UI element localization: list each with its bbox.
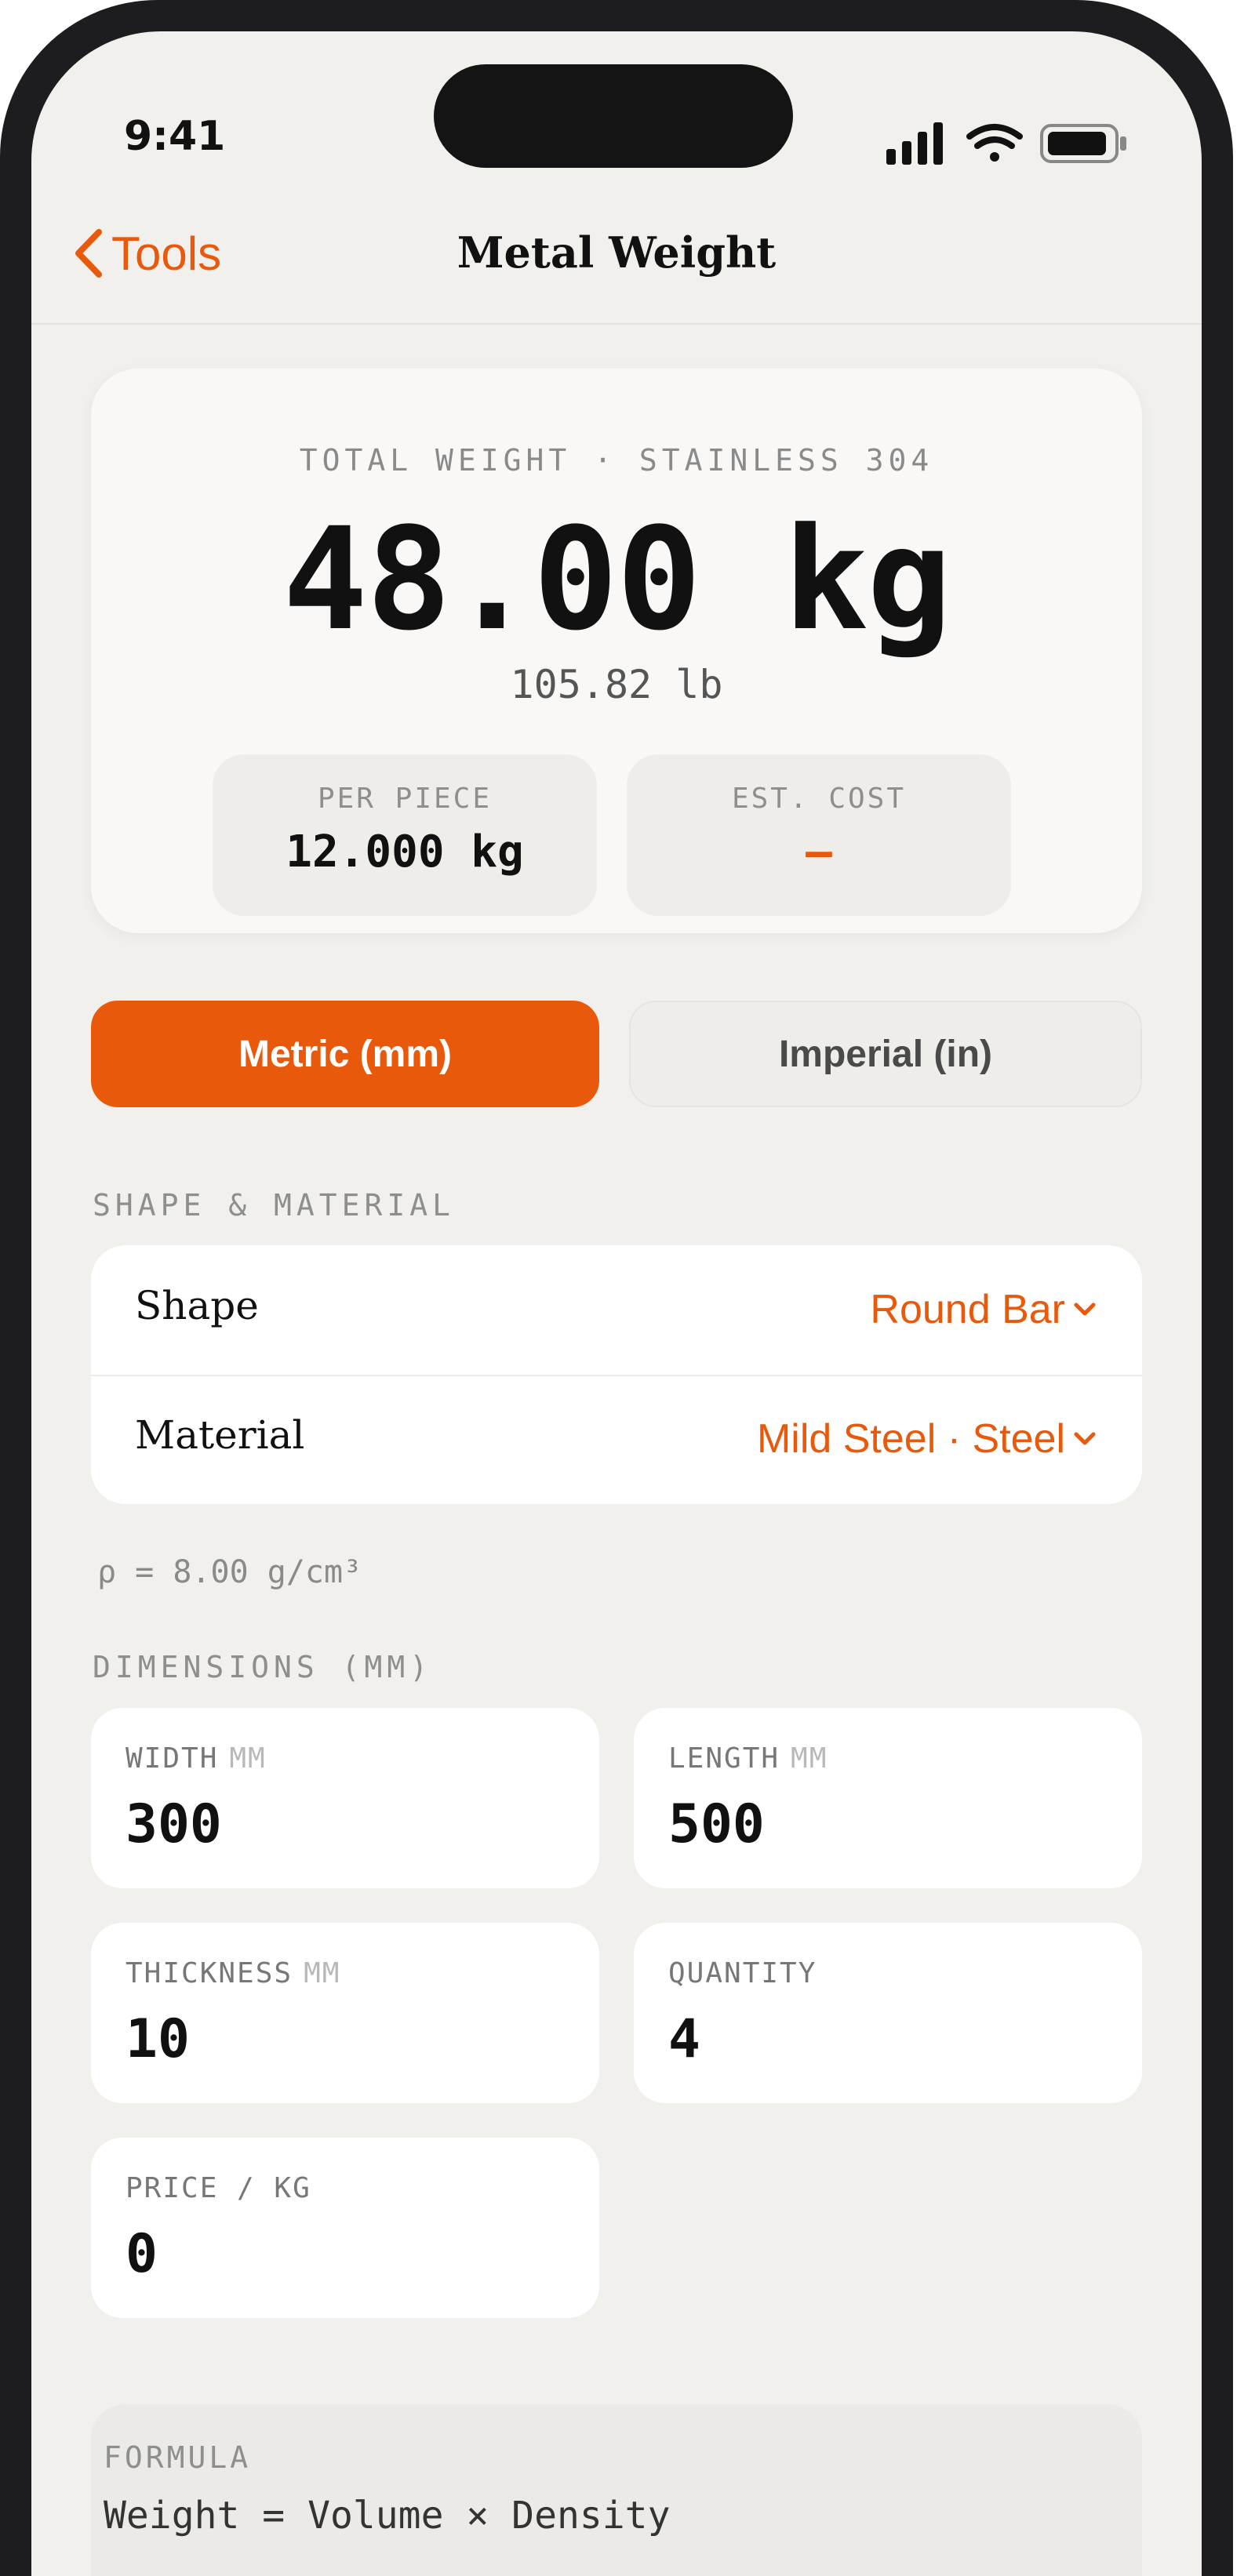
total-weight: 48.00 kg: [282, 498, 952, 662]
quantity-input[interactable]: [668, 2004, 1108, 2073]
est-cost-stat: EST. COST —: [627, 754, 1011, 916]
battery-icon: [1040, 124, 1126, 163]
signal-icon: [886, 122, 943, 165]
weight-summary-card: TOTAL WEIGHT · STAINLESS 304 48.00 kg 10…: [91, 369, 1142, 933]
length-field[interactable]: LENGTH MM: [634, 1708, 1142, 1888]
width-unit: MM: [229, 1742, 267, 1775]
device-frame: 9:41 Tools Metal Weight TOTAL WEIGHT · S…: [0, 0, 1233, 2576]
quantity-field[interactable]: QUANTITY: [634, 1923, 1142, 2103]
price-field[interactable]: PRICE / KG: [91, 2138, 599, 2318]
chevron-down-icon: [1074, 1432, 1096, 1445]
length-label: LENGTH: [668, 1742, 780, 1775]
status-time: 9:41: [124, 113, 226, 160]
dimensions-section-label: DIMENSIONS (MM): [93, 1650, 433, 1684]
est-cost-label: EST. COST: [731, 783, 907, 815]
summary-label: TOTAL WEIGHT · STAINLESS 304: [299, 443, 934, 478]
thickness-unit: MM: [304, 1957, 341, 1989]
thickness-field[interactable]: THICKNESS MM: [91, 1923, 599, 2103]
total-weight-imperial: 105.82 lb: [510, 662, 723, 707]
length-unit: MM: [791, 1742, 828, 1775]
width-label: WIDTH: [126, 1742, 219, 1775]
material-label: Material: [135, 1412, 305, 1458]
formula-card: [91, 2404, 1142, 2576]
metric-toggle[interactable]: Metric (mm): [91, 1001, 599, 1107]
thickness-input[interactable]: [126, 2004, 565, 2073]
dynamic-island: [434, 64, 793, 168]
wifi-icon: [966, 124, 1023, 162]
shape-material-card: Shape Round Bar Material Mild Steel · St…: [91, 1245, 1142, 1504]
shape-select[interactable]: Round Bar: [870, 1286, 1097, 1333]
per-piece-value: 12.000 kg: [286, 827, 524, 877]
imperial-toggle[interactable]: Imperial (in): [629, 1001, 1142, 1107]
per-piece-label: PER PIECE: [317, 783, 493, 815]
material-select[interactable]: Mild Steel · Steel: [757, 1415, 1097, 1462]
width-field[interactable]: WIDTH MM: [91, 1708, 599, 1888]
shape-row[interactable]: Shape Round Bar: [91, 1245, 1142, 1375]
price-input[interactable]: [126, 2219, 565, 2288]
density-note: ρ = 8.00 g/cm³: [97, 1554, 362, 1590]
formula-label: FORMULA: [104, 2440, 252, 2475]
app-screen: 9:41 Tools Metal Weight TOTAL WEIGHT · S…: [31, 31, 1202, 2576]
thickness-label: THICKNESS: [126, 1957, 293, 1989]
shape-value: Round Bar: [870, 1287, 1065, 1332]
price-label: PRICE / KG: [126, 2172, 311, 2204]
shape-material-section-label: SHAPE & MATERIAL: [93, 1188, 456, 1223]
per-piece-stat: PER PIECE 12.000 kg: [213, 754, 597, 916]
chevron-down-icon: [1074, 1303, 1096, 1316]
status-icons: [885, 118, 1144, 168]
page-title: Metal Weight: [457, 227, 777, 278]
material-value: Mild Steel · Steel: [756, 1416, 1065, 1462]
shape-label: Shape: [135, 1283, 259, 1328]
est-cost-value: —: [806, 827, 832, 877]
material-row[interactable]: Material Mild Steel · Steel: [91, 1375, 1142, 1504]
nav-divider: [31, 323, 1202, 325]
width-input[interactable]: [126, 1789, 565, 1858]
length-input[interactable]: [668, 1789, 1108, 1858]
formula-text: Weight = Volume × Density: [104, 2494, 671, 2538]
quantity-label: QUANTITY: [668, 1957, 817, 1989]
